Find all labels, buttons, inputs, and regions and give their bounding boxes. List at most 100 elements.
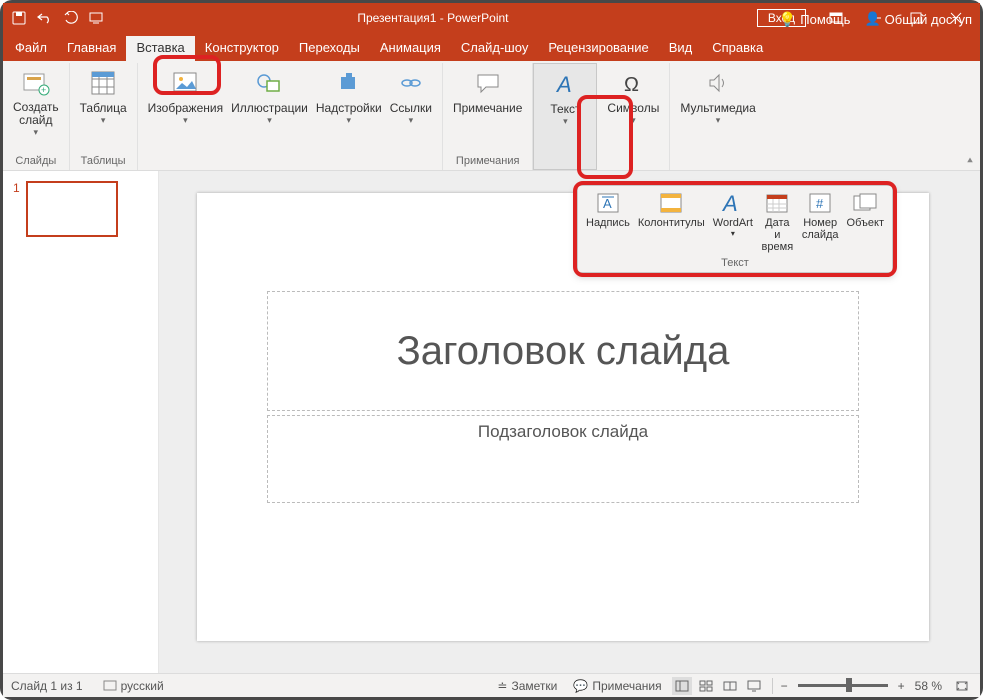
tab-home[interactable]: Главная bbox=[57, 36, 126, 61]
text-dropdown-popup: A Надпись Колонтитулы A WordArt ▾ Дата и… bbox=[577, 185, 893, 273]
symbols-button[interactable]: Ω Символы ▾ bbox=[603, 65, 663, 128]
popup-group-label: Текст bbox=[578, 255, 892, 272]
tab-file[interactable]: Файл bbox=[5, 36, 57, 61]
tab-transitions[interactable]: Переходы bbox=[289, 36, 370, 61]
comment-icon bbox=[472, 67, 504, 99]
symbol-icon: Ω bbox=[617, 67, 649, 99]
group-images: Изображения ▾ Иллюстрации ▾ Надстройки ▾… bbox=[138, 63, 443, 170]
redo-icon[interactable] bbox=[59, 6, 83, 30]
save-icon[interactable] bbox=[7, 6, 31, 30]
textbox-button[interactable]: A Надпись bbox=[582, 188, 634, 255]
group-slides: + Создать слайд ▾ Слайды bbox=[3, 63, 70, 170]
slide-number-button[interactable]: # Номер слайда bbox=[798, 188, 843, 255]
text-label: Текст bbox=[550, 102, 580, 116]
tab-slideshow[interactable]: Слайд-шоу bbox=[451, 36, 538, 61]
status-language[interactable]: русский bbox=[97, 679, 170, 693]
group-label-media-empty bbox=[717, 153, 720, 170]
start-from-beginning-icon[interactable] bbox=[85, 6, 109, 30]
table-icon bbox=[87, 67, 119, 99]
quick-access-toolbar bbox=[7, 6, 109, 30]
chevron-down-icon: ▾ bbox=[731, 229, 735, 238]
collapse-ribbon-icon[interactable]: ⯅ bbox=[966, 156, 974, 167]
svg-text:Ω: Ω bbox=[624, 74, 639, 95]
object-button[interactable]: Объект bbox=[843, 188, 888, 255]
slideshow-view-icon[interactable] bbox=[744, 677, 764, 695]
share-button[interactable]: 👤 Общий доступ bbox=[864, 11, 972, 27]
links-button[interactable]: Ссылки ▾ bbox=[386, 65, 436, 128]
tell-me-button[interactable]: 💡 Помощь bbox=[779, 11, 851, 28]
status-slide-count[interactable]: Слайд 1 из 1 bbox=[11, 679, 83, 693]
thumbnail-number: 1 bbox=[13, 181, 20, 237]
title-text: Заголовок слайда bbox=[397, 329, 730, 374]
thumbnail-preview[interactable] bbox=[26, 181, 118, 237]
notes-button[interactable]: ≐Заметки bbox=[491, 679, 563, 693]
fit-to-window-icon[interactable] bbox=[952, 677, 972, 695]
shapes-icon bbox=[253, 67, 285, 99]
group-label-comments: Примечания bbox=[456, 153, 520, 170]
new-slide-button[interactable]: + Создать слайд ▾ bbox=[9, 65, 63, 140]
tab-help[interactable]: Справка bbox=[702, 36, 773, 61]
object-icon bbox=[850, 190, 880, 216]
group-label-slides: Слайды bbox=[15, 153, 56, 170]
window-title: Презентация1 - PowerPoint bbox=[109, 11, 757, 25]
spellcheck-icon bbox=[103, 680, 117, 692]
normal-view-icon[interactable] bbox=[672, 677, 692, 695]
tab-design[interactable]: Конструктор bbox=[195, 36, 289, 61]
header-footer-button[interactable]: Колонтитулы bbox=[634, 188, 709, 255]
slide-thumbnail[interactable]: 1 bbox=[13, 181, 148, 237]
ribbon-tabs: Файл Главная Вставка Конструктор Переход… bbox=[3, 33, 980, 61]
group-media: Мультимедиа ▾ bbox=[670, 63, 765, 170]
header-footer-icon bbox=[656, 190, 686, 216]
chevron-down-icon: ▾ bbox=[716, 115, 721, 126]
thumbnail-panel[interactable]: 1 bbox=[3, 171, 159, 673]
chevron-down-icon: ▾ bbox=[347, 115, 352, 126]
status-bar: Слайд 1 из 1 русский ≐Заметки 💬Примечани… bbox=[3, 673, 980, 697]
reading-view-icon[interactable] bbox=[720, 677, 740, 695]
divider bbox=[772, 678, 773, 694]
zoom-slider[interactable] bbox=[798, 684, 888, 687]
svg-text:#: # bbox=[816, 196, 824, 211]
group-label-tables: Таблицы bbox=[81, 153, 126, 170]
text-icon: A bbox=[549, 68, 581, 100]
zoom-level[interactable]: 58 % bbox=[915, 679, 942, 693]
title-placeholder[interactable]: Заголовок слайда bbox=[267, 291, 859, 411]
new-slide-label: Создать слайд bbox=[13, 101, 59, 127]
comments-button[interactable]: 💬Примечания bbox=[567, 679, 667, 693]
images-button[interactable]: Изображения ▾ bbox=[144, 65, 227, 128]
group-label-symbols-empty bbox=[632, 153, 635, 170]
links-label: Ссылки bbox=[390, 101, 432, 115]
zoom-in-button[interactable]: + bbox=[898, 679, 905, 693]
illustrations-button[interactable]: Иллюстрации ▾ bbox=[227, 65, 312, 128]
comment-button[interactable]: Примечание bbox=[449, 65, 526, 117]
addins-icon bbox=[333, 67, 365, 99]
group-tables: Таблица ▾ Таблицы bbox=[70, 63, 138, 170]
lightbulb-icon: 💡 bbox=[779, 11, 796, 28]
media-button[interactable]: Мультимедиа ▾ bbox=[676, 65, 759, 128]
zoom-slider-thumb[interactable] bbox=[846, 678, 852, 692]
chevron-down-icon: ▾ bbox=[183, 115, 188, 126]
tab-review[interactable]: Рецензирование bbox=[538, 36, 658, 61]
table-button[interactable]: Таблица ▾ bbox=[76, 65, 131, 128]
group-label-empty bbox=[288, 153, 291, 170]
tab-insert[interactable]: Вставка bbox=[126, 36, 194, 61]
zoom-out-button[interactable]: − bbox=[781, 679, 788, 693]
subtitle-placeholder[interactable]: Подзаголовок слайда bbox=[267, 415, 859, 503]
addins-button[interactable]: Надстройки ▾ bbox=[312, 65, 386, 128]
tell-me-label: Помощь bbox=[800, 12, 850, 27]
comment-icon: 💬 bbox=[573, 679, 588, 693]
tab-animation[interactable]: Анимация bbox=[370, 36, 451, 61]
textbox-icon: A bbox=[593, 190, 623, 216]
slide-number-icon: # bbox=[805, 190, 835, 216]
subtitle-text: Подзаголовок слайда bbox=[478, 422, 648, 442]
slide-sorter-icon[interactable] bbox=[696, 677, 716, 695]
tab-view[interactable]: Вид bbox=[659, 36, 703, 61]
group-comments: Примечание Примечания bbox=[443, 63, 533, 170]
date-time-button[interactable]: Дата и время bbox=[757, 188, 798, 255]
undo-icon[interactable] bbox=[33, 6, 57, 30]
ribbon: + Создать слайд ▾ Слайды Таблица ▾ Табли… bbox=[3, 61, 980, 171]
person-icon: 👤 bbox=[864, 11, 880, 27]
wordart-button[interactable]: A WordArt ▾ bbox=[709, 188, 757, 255]
svg-text:A: A bbox=[555, 72, 572, 96]
share-label: Общий доступ bbox=[885, 12, 972, 27]
text-button[interactable]: A Текст ▾ bbox=[540, 66, 590, 129]
